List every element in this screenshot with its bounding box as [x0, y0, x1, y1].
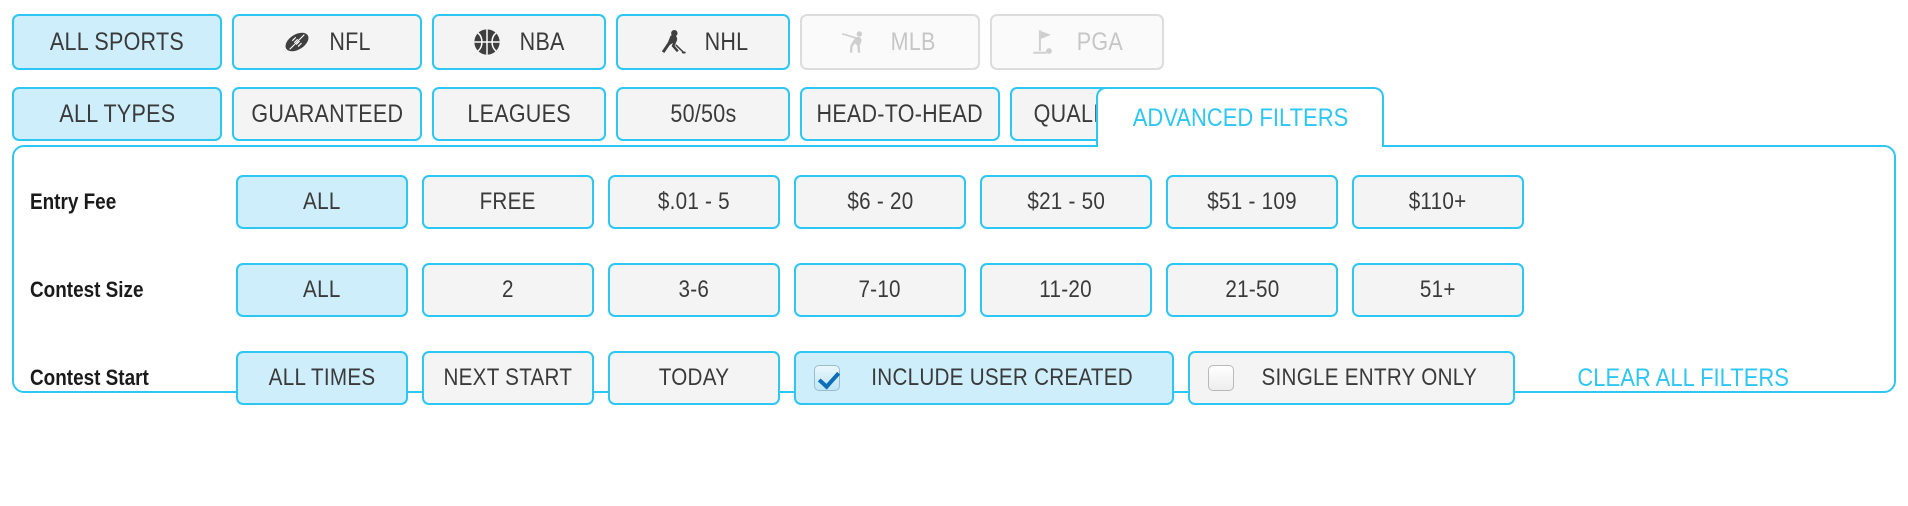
checkbox-label: SINGLE ENTRY ONLY: [1261, 364, 1478, 391]
entry-fee-option-51-109[interactable]: $51 - 109: [1166, 175, 1338, 229]
entry-fee-option-label: $51 - 109: [1207, 188, 1297, 215]
entry-fee-option-21-50[interactable]: $21 - 50: [980, 175, 1152, 229]
contest-size-options: ALL 2 3-6 7-10 11-20 21-50 51+: [236, 263, 1524, 317]
clear-all-filters-label: CLEAR ALL FILTERS: [1577, 363, 1789, 392]
entry-fee-option-label: $6 - 20: [846, 188, 914, 215]
contest-size-option-11-20[interactable]: 11-20: [980, 263, 1152, 317]
clear-all-filters-link[interactable]: CLEAR ALL FILTERS: [1563, 364, 1803, 393]
type-tab-all-types[interactable]: ALL TYPES: [12, 87, 222, 141]
contest-size-option-51[interactable]: 51+: [1352, 263, 1524, 317]
type-tab-label: 50/50s: [669, 99, 737, 128]
sport-tab-pga: PGA: [990, 14, 1164, 70]
golf-icon: [1027, 27, 1061, 57]
entry-fee-option-6-20[interactable]: $6 - 20: [794, 175, 966, 229]
contest-size-option-label: 21-50: [1224, 276, 1280, 303]
sport-tab-label: NHL: [704, 27, 748, 56]
type-tab-label: LEAGUES: [467, 99, 571, 128]
type-tab-leagues[interactable]: LEAGUES: [432, 87, 606, 141]
filter-row-contest-start: Contest Start ALL TIMES NEXT START TODAY IN…: [14, 347, 1894, 409]
type-tab-label: HEAD-TO-HEAD: [816, 99, 984, 128]
type-tab-guaranteed[interactable]: GUARANTEED: [232, 87, 422, 141]
entry-fee-option-label: FREE: [479, 188, 537, 215]
contest-size-option-7-10[interactable]: 7-10: [794, 263, 966, 317]
contest-start-options: ALL TIMES NEXT START TODAY INCLUDE USER CRE…: [236, 351, 1803, 405]
checkbox-unchecked-icon[interactable]: [1208, 365, 1235, 391]
entry-fee-option-label: $.01 - 5: [657, 188, 731, 215]
contest-size-option-3-6[interactable]: 3-6: [608, 263, 780, 317]
contest-start-option-label: TODAY: [658, 364, 730, 391]
contest-start-option-today[interactable]: TODAY: [608, 351, 780, 405]
sport-tab-nhl[interactable]: NHL: [616, 14, 790, 70]
type-tab-label: ALL TYPES: [59, 99, 175, 128]
contest-start-option-next-start[interactable]: NEXT START: [422, 351, 594, 405]
sport-tab-label: PGA: [1076, 27, 1124, 56]
sport-tab-mlb: MLB: [800, 14, 980, 70]
checkbox-label: INCLUDE USER CREATED: [871, 364, 1133, 391]
entry-fee-option-label: ALL: [303, 188, 341, 215]
contest-size-option-label: 7-10: [858, 276, 902, 303]
hockey-icon: [655, 27, 689, 57]
filter-row-entry-fee: Entry Fee ALL FREE $.01 - 5 $6 - 20 $21 - 50…: [14, 171, 1894, 233]
basketball-icon: [470, 27, 504, 57]
contest-size-option-label: ALL: [303, 276, 341, 303]
contest-start-option-all-times[interactable]: ALL TIMES: [236, 351, 408, 405]
checkbox-single-entry-only[interactable]: SINGLE ENTRY ONLY: [1188, 351, 1515, 405]
sport-tab-label: NBA: [519, 27, 565, 56]
contest-filter-bar: ALL SPORTS NFL NBA NHL MLB PGA ALL TYPES GUARA…: [0, 0, 1908, 506]
entry-fee-option-all[interactable]: ALL: [236, 175, 408, 229]
sport-tab-label: NFL: [329, 27, 371, 56]
sports-tab-row: ALL SPORTS NFL NBA NHL MLB PGA: [12, 14, 1164, 70]
filter-row-label-entry-fee: Entry Fee: [30, 189, 117, 214]
contest-size-option-all[interactable]: ALL: [236, 263, 408, 317]
contest-size-option-label: 2: [502, 276, 514, 303]
filter-row-label-contest-size: Contest Size: [30, 277, 144, 302]
tab-advanced-filters-label: ADVANCED FILTERS: [1132, 103, 1348, 132]
type-tab-label: GUARANTEED: [251, 99, 403, 128]
checkbox-include-user-created[interactable]: INCLUDE USER CREATED: [794, 351, 1175, 405]
entry-fee-option-label: $21 - 50: [1027, 188, 1105, 215]
entry-fee-options: ALL FREE $.01 - 5 $6 - 20 $21 - 50 $51 - 109 $…: [236, 175, 1524, 229]
entry-fee-option-free[interactable]: FREE: [422, 175, 594, 229]
football-icon: [280, 27, 314, 57]
baseball-icon: [841, 27, 875, 57]
type-tab-head-to-head[interactable]: HEAD-TO-HEAD: [800, 87, 1000, 141]
entry-fee-option-110[interactable]: $110+: [1352, 175, 1524, 229]
sport-tab-label: ALL SPORTS: [49, 27, 185, 56]
sport-tab-nba[interactable]: NBA: [432, 14, 606, 70]
contest-size-option-21-50[interactable]: 21-50: [1166, 263, 1338, 317]
filter-row-label-contest-start: Contest Start: [30, 365, 149, 390]
contest-start-option-label: NEXT START: [443, 364, 573, 391]
tab-advanced-filters[interactable]: ADVANCED FILTERS: [1096, 87, 1384, 147]
tab-panel-joint: [1098, 143, 1382, 148]
contest-size-option-label: 11-20: [1039, 276, 1093, 303]
filter-row-contest-size: Contest Size ALL 2 3-6 7-10 11-20 21-50 51+: [14, 259, 1894, 321]
contest-size-option-label: 51+: [1420, 276, 1456, 303]
contest-type-tab-row: ALL TYPES GUARANTEED LEAGUES 50/50s HEAD-TO-…: [12, 87, 1188, 141]
sport-tab-label: MLB: [890, 27, 936, 56]
sport-tab-nfl[interactable]: NFL: [232, 14, 422, 70]
contest-size-option-2[interactable]: 2: [422, 263, 594, 317]
sport-tab-all-sports[interactable]: ALL SPORTS: [12, 14, 222, 70]
advanced-filters-panel: Entry Fee ALL FREE $.01 - 5 $6 - 20 $21 - 50…: [12, 145, 1896, 405]
entry-fee-option-01-5[interactable]: $.01 - 5: [608, 175, 780, 229]
checkbox-checked-icon[interactable]: [814, 365, 840, 391]
contest-start-option-label: ALL TIMES: [268, 364, 376, 391]
contest-size-option-label: 3-6: [678, 276, 710, 303]
type-tab-50-50s[interactable]: 50/50s: [616, 87, 790, 141]
entry-fee-option-label: $110+: [1409, 188, 1467, 215]
